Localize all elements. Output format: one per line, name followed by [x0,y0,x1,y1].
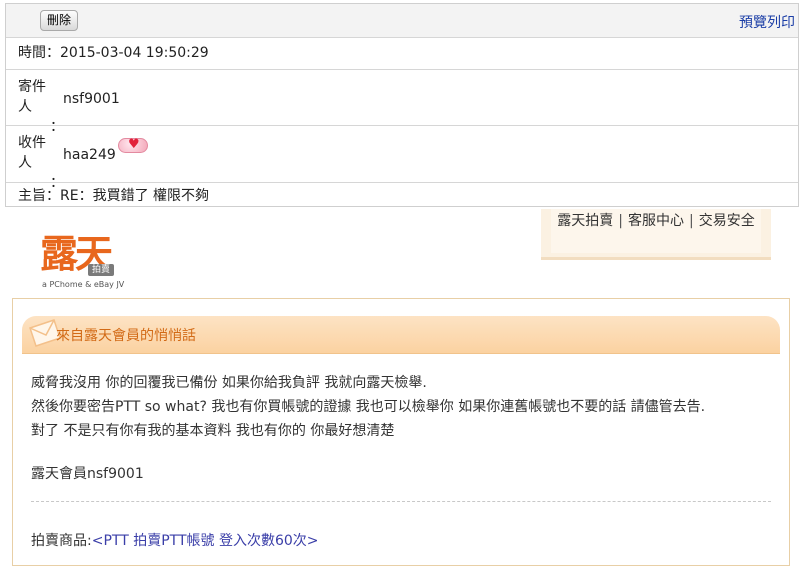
subject-label: 主旨： [18,188,60,204]
nav-link-ruten-auction[interactable]: 露天拍賣 [557,213,613,229]
product-line: 拍賣商品:<PTT 拍賣PTT帳號 登入次數60次> [31,530,319,550]
logo-sub-text: 拍賣 [88,264,115,276]
toolbar: 刪除 預覽列印 [6,4,798,38]
message-line: 然後你要密告PTT so what? 我也有你買帳號的證據 我也可以檢舉你 如果… [31,399,706,415]
top-nav: 露天拍賣 | 客服中心 | 交易安全 [541,209,771,260]
message-body: 威脅我沒用 你的回覆我已備份 如果你給我負評 我就向露天檢舉. 然後你要密告PT… [31,371,771,443]
ruten-logo[interactable]: 露天 拍賣 a PChome & eBay JV [40,227,135,292]
delete-button[interactable]: 刪除 [40,10,79,31]
logo-tagline: a PChome & eBay JV [42,280,125,289]
receiver-label-text: 收件人 [18,135,46,171]
product-link[interactable]: <PTT 拍賣PTT帳號 登入次數60次> [92,533,319,549]
divider [31,501,771,502]
nav-separator: | [618,213,623,229]
message-panel: 來自露天會員的悄悄話 威脅我沒用 你的回覆我已備份 如果你給我負評 我就向露天檢… [12,298,790,566]
receiver-value: haa249 [63,147,116,163]
time-row: 時間：2015-03-04 19:50:29 [6,38,798,70]
top-nav-links: 露天拍賣 | 客服中心 | 交易安全 [551,209,761,253]
receiver-row: 收件人 ： haa249 [6,126,798,191]
sender-label-text: 寄件人 [18,79,46,115]
subject-value: RE：我買錯了 權限不夠 [60,188,210,204]
signature: 露天會員nsf9001 [31,466,144,482]
nav-link-customer-service[interactable]: 客服中心 [628,213,684,229]
time-label: 時間： [18,45,60,61]
sender-value: nsf9001 [63,91,120,107]
message-line: 威脅我沒用 你的回覆我已備份 如果你給我負評 我就向露天檢舉. [31,375,427,391]
print-preview-link[interactable]: 預覽列印 [739,12,795,32]
panel-title-bar: 來自露天會員的悄悄話 [22,316,780,354]
mail-header: 刪除 預覽列印 時間：2015-03-04 19:50:29 寄件人 ： nsf… [5,3,799,207]
product-label: 拍賣商品: [31,533,92,549]
panel-title: 來自露天會員的悄悄話 [56,328,196,344]
nav-link-trade-safety[interactable]: 交易安全 [699,213,755,229]
heart-badge-icon [118,137,148,153]
message-line: 對了 不是只有你有我的基本資料 我也有你的 你最好想清楚 [31,423,395,439]
sender-row: 寄件人 ： nsf9001 [6,70,798,135]
nav-separator: | [689,213,694,229]
subject-row: 主旨：RE：我買錯了 權限不夠 [6,183,798,210]
time-value: 2015-03-04 19:50:29 [60,45,209,61]
